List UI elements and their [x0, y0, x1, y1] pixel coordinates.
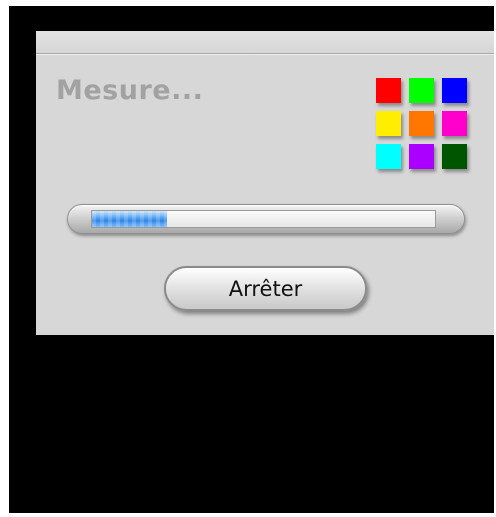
swatch-magenta [442, 111, 467, 136]
swatch-orange [409, 111, 434, 136]
swatch-red [376, 78, 401, 103]
swatch-blue [442, 78, 467, 103]
dialog-titlebar[interactable] [36, 31, 494, 54]
progress-bar [67, 204, 465, 234]
progress-fill [92, 211, 168, 227]
color-palette-icon [376, 78, 468, 170]
stop-button[interactable]: Arrêter [164, 266, 367, 311]
measure-dialog: Mesure... Arrêter [36, 31, 494, 335]
swatch-dark-green [442, 144, 467, 169]
swatch-purple [409, 144, 434, 169]
progress-track [91, 210, 436, 228]
swatch-cyan [376, 144, 401, 169]
swatch-yellow [376, 111, 401, 136]
swatch-green [409, 78, 434, 103]
screen: Mesure... Arrêter [0, 0, 496, 517]
dialog-title: Mesure... [56, 75, 204, 106]
